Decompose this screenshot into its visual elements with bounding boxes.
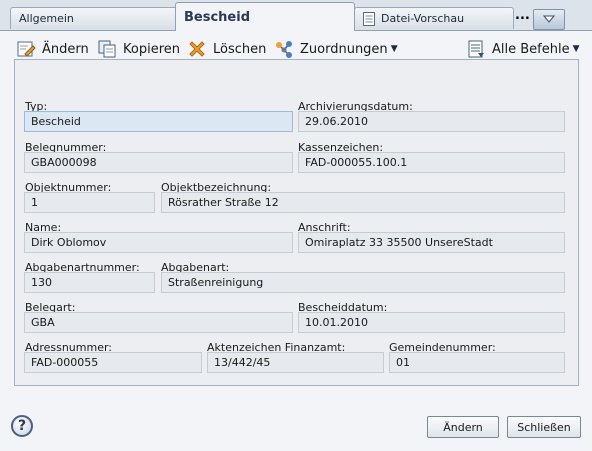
triangle-down-icon bbox=[542, 13, 556, 26]
abgabenart-field[interactable]: Straßenreinigung bbox=[161, 272, 565, 293]
belegnummer-field[interactable]: GBA000098 bbox=[24, 152, 293, 173]
help-button[interactable]: ? bbox=[11, 415, 33, 437]
all-commands-label: Alle Befehle bbox=[492, 41, 570, 57]
tab-datei-vorschau[interactable]: Datei-Vorschau bbox=[354, 7, 514, 29]
edit-button[interactable]: Ändern bbox=[427, 416, 499, 438]
edit-toolbar-button[interactable]: Ändern bbox=[16, 39, 89, 59]
file-preview-icon bbox=[363, 11, 375, 26]
kassenzeichen-field[interactable]: FAD-000055.100.1 bbox=[298, 152, 565, 173]
all-commands-dropdown[interactable]: Alle Befehle ▼ bbox=[466, 39, 580, 59]
tab-bescheid[interactable]: Bescheid bbox=[175, 2, 355, 31]
gemeindenummer-field[interactable]: 01 bbox=[389, 352, 565, 373]
objektbezeichnung-field[interactable]: Rösrather Straße 12 bbox=[161, 192, 565, 213]
copy-label: Kopieren bbox=[123, 41, 180, 57]
tab-strip: Allgemein Datei-Vorschau Bescheid ... bbox=[0, 0, 592, 31]
chevron-down-icon: ▼ bbox=[390, 44, 398, 54]
tab-allgemein[interactable]: Allgemein bbox=[10, 7, 178, 29]
help-icon: ? bbox=[17, 418, 27, 434]
tab-label: Datei-Vorschau bbox=[381, 12, 465, 25]
assignments-dropdown[interactable]: Zuordnungen ▼ bbox=[274, 39, 398, 59]
archivierungsdatum-field[interactable]: 29.06.2010 bbox=[298, 111, 565, 132]
assignments-label: Zuordnungen bbox=[300, 41, 388, 57]
name-field[interactable]: Dirk Oblomov bbox=[24, 232, 293, 253]
x-delete-icon bbox=[187, 39, 207, 59]
tab-label: Allgemein bbox=[19, 12, 74, 25]
chevron-down-icon: ▼ bbox=[572, 44, 580, 54]
close-button[interactable]: Schließen bbox=[507, 416, 581, 438]
bescheiddatum-field[interactable]: 10.01.2010 bbox=[298, 312, 565, 333]
pencil-form-icon bbox=[16, 39, 36, 59]
document-form: Typ: Bescheid Archivierungsdatum: 29.06.… bbox=[14, 59, 579, 386]
tab-overflow-button[interactable]: ... bbox=[515, 8, 531, 28]
delete-label: Löschen bbox=[213, 41, 267, 57]
belegart-field[interactable]: GBA bbox=[24, 312, 293, 333]
edit-label: Ändern bbox=[42, 41, 89, 57]
copy-toolbar-button[interactable]: Kopieren bbox=[97, 39, 180, 59]
objektnummer-field[interactable]: 1 bbox=[24, 192, 155, 213]
list-icon bbox=[466, 39, 486, 59]
anschrift-field[interactable]: Omiraplatz 33 35500 UnsereStadt bbox=[298, 232, 565, 253]
connection-icon bbox=[274, 39, 294, 59]
aktenzeichen-field[interactable]: 13/442/45 bbox=[207, 352, 384, 373]
adressnummer-field[interactable]: FAD-000055 bbox=[24, 352, 202, 373]
tab-label: Bescheid bbox=[184, 9, 251, 25]
copy-icon bbox=[97, 39, 117, 59]
tab-menu-button[interactable] bbox=[533, 9, 565, 30]
abgabenartnummer-field[interactable]: 130 bbox=[24, 272, 155, 293]
delete-toolbar-button[interactable]: Löschen bbox=[187, 39, 266, 59]
typ-field[interactable]: Bescheid bbox=[24, 111, 293, 132]
